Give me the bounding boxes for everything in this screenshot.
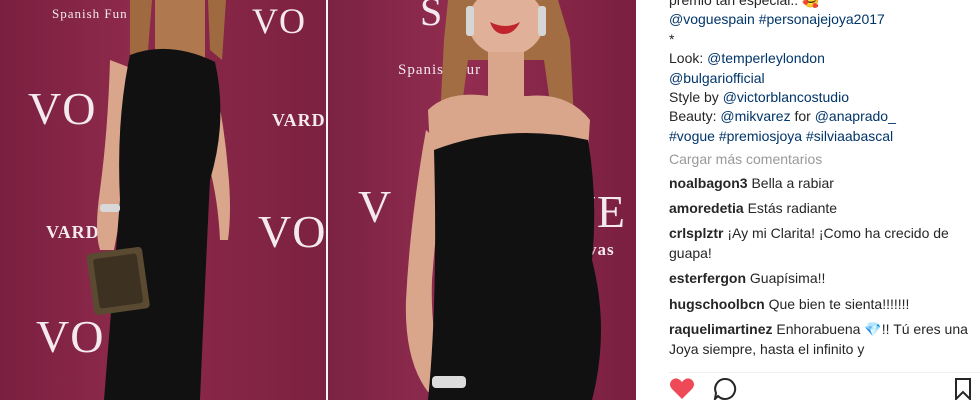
comment-item: raquelimartinez Enhorabuena 💎!! Tú eres …	[669, 320, 970, 359]
woman-figure	[86, 0, 230, 400]
mention-link[interactable]: @bulgariofficial	[669, 70, 765, 86]
caption-beauty-label: Beauty:	[669, 108, 721, 125]
post-photo-right[interactable]: S Spanish Fur on V JE vas	[326, 0, 636, 400]
caption-look-label: Look:	[669, 50, 708, 67]
heart-icon[interactable]	[669, 377, 695, 400]
comment-username[interactable]: esterfergon	[669, 270, 746, 286]
comment-item: crlsplztr ¡Ay mi Clarita! ¡Como ha creci…	[669, 224, 970, 263]
comment-text: Que bien te sienta!!!!!!!	[768, 295, 910, 312]
hashtag-links[interactable]: #vogue #premiosjoya #silviaabascal	[669, 128, 893, 144]
comment-icon[interactable]	[713, 377, 739, 400]
bookmark-icon[interactable]	[952, 377, 974, 400]
caption-line-tags[interactable]: @voguespain #personajejoya2017	[669, 11, 885, 27]
comment-item: noalbagon3 Bella a rabiar	[669, 174, 970, 193]
comment-username[interactable]: crlsplztr	[669, 225, 723, 241]
comment-username[interactable]: noalbagon3	[669, 175, 748, 191]
comment-item: amoredetia Estás radiante	[669, 199, 970, 218]
caption-beauty-for: for	[790, 108, 815, 125]
backdrop-logo: VO	[258, 206, 326, 257]
caption-look-line: Look: @temperleylondon	[669, 49, 970, 68]
mention-link[interactable]: @temperleylondon	[707, 50, 825, 66]
post-photo-left[interactable]: Spanish Fun VO VARDE VO VARDE VO VO	[0, 0, 326, 400]
load-more-comments-button[interactable]: Cargar más comentarios	[669, 150, 970, 169]
comment-text: Bella a rabiar	[751, 174, 834, 191]
mention-link[interactable]: @anaprado_	[815, 108, 896, 124]
post-sidebar: premio tan especial.. 🥰 @voguespain #per…	[636, 0, 980, 400]
caption-style-line: Style by @victorblancostudio	[669, 88, 970, 107]
comment-item: esterfergon Guapísima!!	[669, 269, 970, 288]
backdrop-text: VARDE	[272, 110, 326, 130]
caption-separator: *	[669, 30, 675, 47]
comment-username[interactable]: raquelimartinez	[669, 321, 772, 337]
mention-link[interactable]: @mikvarez	[720, 108, 790, 124]
comment-username[interactable]: hugschoolbcn	[669, 296, 765, 312]
caption-beauty-line: Beauty: @mikvarez for @anaprado_	[669, 107, 970, 126]
mention-link[interactable]: @victorblancostudio	[723, 89, 849, 105]
comment-text: Guapísima!!	[749, 270, 826, 287]
caption-look-line-2: @bulgariofficial	[669, 69, 970, 88]
post-action-bar	[669, 372, 980, 400]
backdrop-logo: VO	[252, 1, 306, 41]
caption-tags-line: #vogue #premiosjoya #silviaabascal	[669, 127, 970, 146]
caption-style-label: Style by	[669, 89, 723, 106]
caption-text: premio tan especial.. 🥰	[669, 0, 820, 8]
comment-username[interactable]: amoredetia	[669, 200, 744, 216]
comment-text: Estás radiante	[747, 200, 838, 217]
comment-item: hugschoolbcn Que bien te sienta!!!!!!!	[669, 295, 970, 314]
woman-figure-closeup	[405, 0, 601, 400]
caption-hashtags: @voguespain #personajejoya2017	[669, 10, 970, 29]
